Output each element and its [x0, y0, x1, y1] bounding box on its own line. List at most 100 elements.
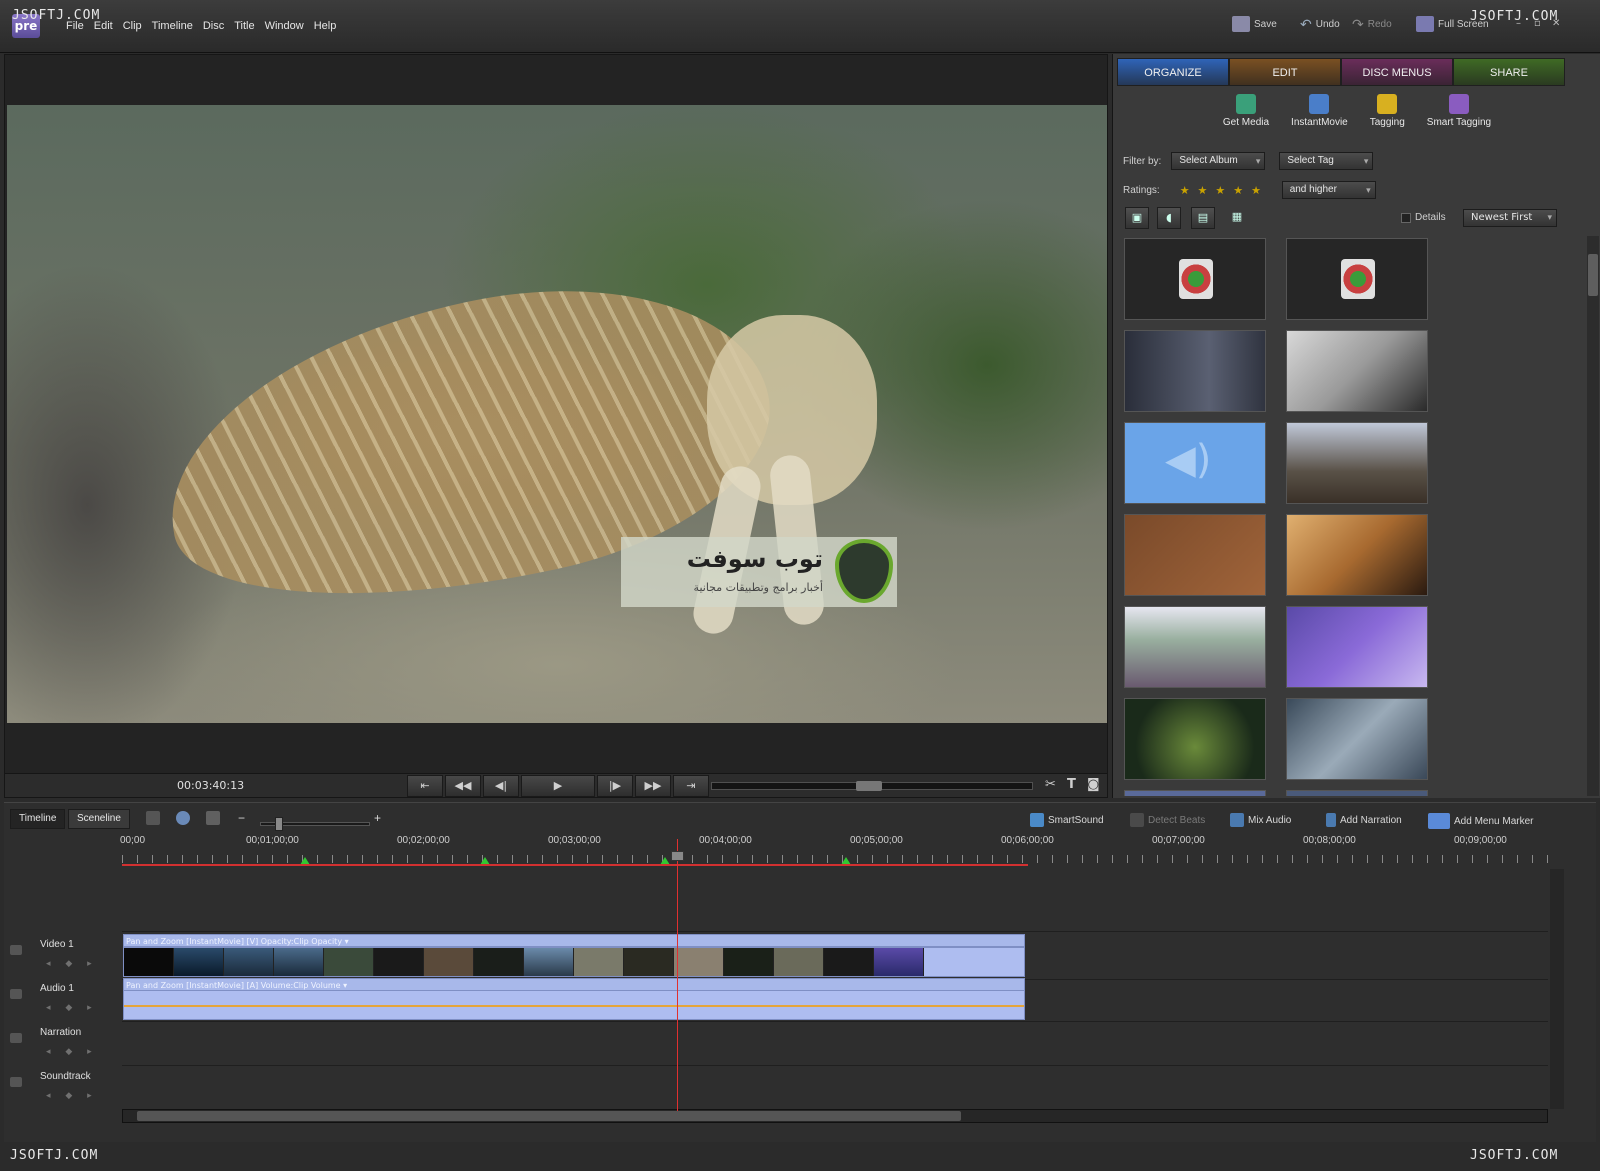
rewind-button[interactable]: ◀◀: [445, 775, 481, 797]
tab-sceneline[interactable]: Sceneline: [68, 809, 130, 829]
media-thumbnail[interactable]: [1124, 790, 1266, 796]
media-thumbnail[interactable]: [1286, 790, 1428, 796]
audio-filter-icon[interactable]: ◖: [1157, 207, 1181, 229]
monitor-panel: توب سوفت أخبار برامج وتطبيقات مجانية 00:…: [4, 54, 1108, 798]
track-keyframe-nav[interactable]: ◂ ◆ ▸: [46, 959, 98, 969]
image-filter-icon[interactable]: ▤: [1191, 207, 1215, 229]
save-button[interactable]: Save: [1232, 16, 1277, 32]
menu-marker-icon: [1428, 813, 1450, 829]
time-ruler[interactable]: 00;00 00;01;00;00 00;02;00;00 00;03;00;0…: [120, 833, 1548, 869]
media-thumbnail[interactable]: [1286, 606, 1428, 688]
track-toggle-icon[interactable]: [10, 945, 22, 955]
speaker-icon[interactable]: [10, 1033, 22, 1043]
album-dropdown[interactable]: Select Album: [1171, 152, 1266, 170]
properties-icon[interactable]: [206, 811, 220, 825]
menu-disc[interactable]: Disc: [203, 20, 224, 32]
speaker-icon[interactable]: [10, 1077, 22, 1087]
track-keyframe-nav[interactable]: ◂ ◆ ▸: [46, 1003, 98, 1013]
playhead-line[interactable]: [677, 839, 678, 1111]
thumbnails-scrollbar[interactable]: [1587, 236, 1599, 796]
add-menu-marker-button[interactable]: Add Menu Marker: [1428, 813, 1533, 829]
media-thumbnail[interactable]: [1286, 330, 1428, 412]
media-thumbnail[interactable]: [1286, 514, 1428, 596]
get-media-icon: [1235, 94, 1256, 114]
sort-dropdown[interactable]: Newest First: [1463, 209, 1557, 227]
volume-line[interactable]: [124, 1005, 1024, 1007]
video-clip[interactable]: [123, 947, 1025, 977]
details-checkbox-box[interactable]: [1401, 212, 1411, 223]
zoom-slider[interactable]: [260, 817, 370, 831]
tagging-button[interactable]: Tagging: [1370, 94, 1405, 144]
selection-tool-icon[interactable]: [146, 811, 160, 825]
video-filter-icon[interactable]: ▣: [1125, 207, 1149, 229]
speaker-icon[interactable]: [10, 989, 22, 999]
ruler-label: 00;04;00;00: [699, 835, 752, 846]
smartsound-button[interactable]: SmartSound: [1030, 813, 1104, 827]
get-media-button[interactable]: Get Media: [1223, 94, 1269, 144]
rating-stars[interactable]: ★★★★★: [1180, 184, 1270, 197]
scissors-icon[interactable]: ✂: [1045, 777, 1056, 792]
media-view-bar: ▣ ◖ ▤ ▦ Details Newest First: [1121, 207, 1597, 231]
tab-disc-menus[interactable]: DISC MENUS: [1341, 58, 1453, 86]
media-thumbnail[interactable]: [1286, 698, 1428, 780]
redo-button[interactable]: ↷ Redo: [1352, 16, 1392, 33]
current-timecode[interactable]: 00:03:40:13: [177, 779, 244, 792]
track-label-soundtrack: Soundtrack: [40, 1071, 91, 1082]
menu-title[interactable]: Title: [234, 20, 254, 32]
fast-forward-button[interactable]: ▶▶: [635, 775, 671, 797]
menu-window[interactable]: Window: [265, 20, 304, 32]
camera-icon[interactable]: ◙: [1087, 777, 1100, 792]
play-button[interactable]: ▶: [521, 775, 595, 797]
media-thumbnail[interactable]: [1286, 422, 1428, 504]
mix-audio-button[interactable]: Mix Audio: [1230, 813, 1291, 827]
media-thumbnail[interactable]: [1124, 330, 1266, 412]
step-forward-button[interactable]: |▶: [597, 775, 633, 797]
audio-clip[interactable]: [123, 990, 1025, 1020]
zoom-out-icon[interactable]: −: [238, 811, 245, 825]
media-thumbnail[interactable]: [1124, 698, 1266, 780]
track-keyframe-nav[interactable]: ◂ ◆ ▸: [46, 1091, 98, 1101]
goto-end-button[interactable]: ⇥: [673, 775, 709, 797]
detect-beats-button[interactable]: Detect Beats: [1130, 813, 1205, 827]
work-area-bar[interactable]: [122, 864, 1028, 866]
time-stretch-icon[interactable]: [176, 811, 190, 825]
media-thumbnail[interactable]: [1124, 514, 1266, 596]
playhead-handle[interactable]: [671, 851, 684, 861]
undo-button[interactable]: ↶ Undo: [1300, 16, 1340, 33]
tab-organize[interactable]: ORGANIZE: [1117, 58, 1229, 86]
menu-timeline[interactable]: Timeline: [152, 20, 193, 32]
goto-start-button[interactable]: ⇤: [407, 775, 443, 797]
tab-edit[interactable]: EDIT: [1229, 58, 1341, 86]
media-thumbnail[interactable]: [1124, 238, 1266, 320]
media-thumbnail[interactable]: [1124, 606, 1266, 688]
media-thumbnail-audio[interactable]: ◀): [1124, 422, 1266, 504]
save-label: Save: [1254, 18, 1277, 30]
timeline-scroll-thumb[interactable]: [137, 1111, 961, 1121]
text-title-icon[interactable]: T: [1067, 777, 1076, 792]
missing-media-icon: [1341, 259, 1375, 299]
zoom-in-icon[interactable]: +: [374, 811, 381, 825]
rating-mode-dropdown[interactable]: and higher: [1281, 181, 1376, 199]
video-clip-header[interactable]: Pan and Zoom [InstantMovie] [V] Opacity:…: [123, 934, 1025, 947]
ratings-row: Ratings: ★★★★★ and higher: [1123, 181, 1376, 199]
step-back-button[interactable]: ◀|: [483, 775, 519, 797]
instantmovie-button[interactable]: InstantMovie: [1291, 94, 1348, 144]
thumbnails-scroll-thumb[interactable]: [1588, 254, 1598, 296]
video-preview[interactable]: توب سوفت أخبار برامج وتطبيقات مجانية: [7, 105, 1107, 723]
shuttle-handle[interactable]: [856, 781, 882, 791]
grid-view-icon[interactable]: ▦: [1225, 207, 1249, 229]
add-narration-button[interactable]: Add Narration: [1326, 813, 1402, 827]
timeline-vertical-scrollbar[interactable]: [1550, 869, 1564, 1109]
shuttle-slider[interactable]: [711, 781, 1033, 791]
media-thumbnail[interactable]: [1286, 238, 1428, 320]
tag-dropdown[interactable]: Select Tag: [1279, 152, 1374, 170]
details-checkbox[interactable]: Details: [1401, 212, 1446, 223]
track-keyframe-nav[interactable]: ◂ ◆ ▸: [46, 1047, 98, 1057]
menu-clip[interactable]: Clip: [123, 20, 142, 32]
smart-tagging-button[interactable]: Smart Tagging: [1427, 94, 1491, 144]
tab-share[interactable]: SHARE: [1453, 58, 1565, 86]
tab-timeline[interactable]: Timeline: [10, 809, 66, 829]
menu-help[interactable]: Help: [314, 20, 337, 32]
zoom-slider-thumb[interactable]: [275, 817, 283, 831]
timeline-horizontal-scrollbar[interactable]: [122, 1109, 1548, 1123]
